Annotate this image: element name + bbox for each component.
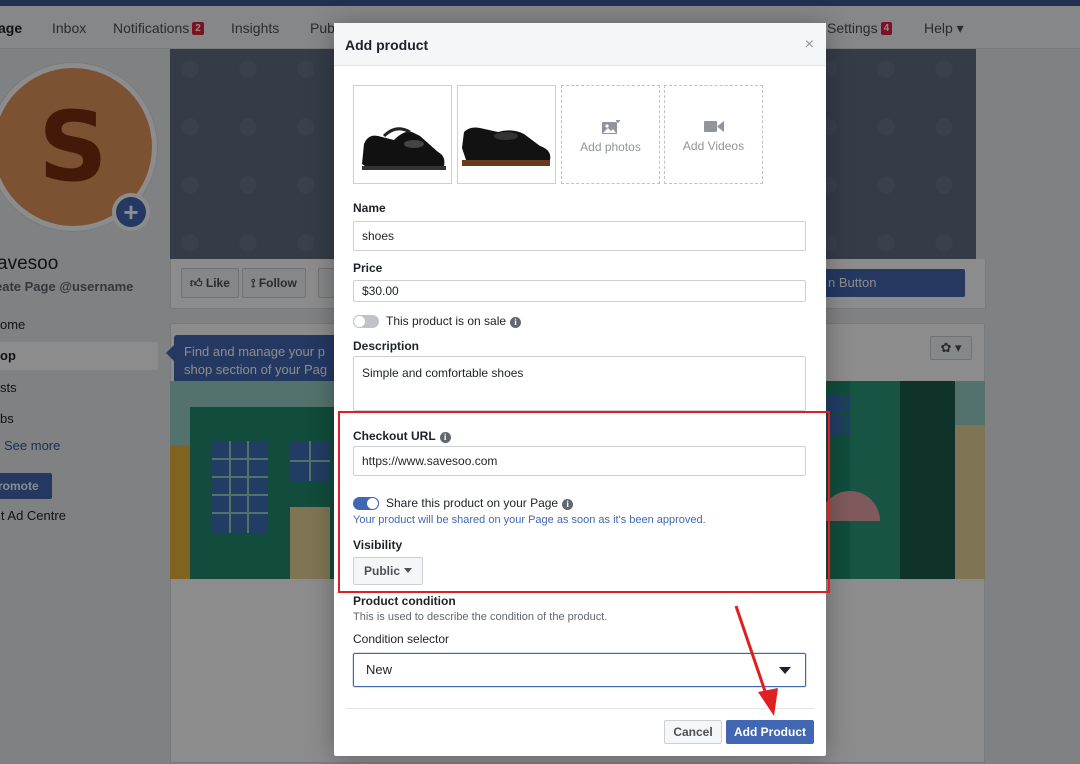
add-product-button[interactable]: Add Product bbox=[726, 720, 814, 744]
highlight-box bbox=[338, 411, 830, 593]
dialog-header: Add product × bbox=[334, 23, 826, 66]
close-icon[interactable]: × bbox=[805, 36, 814, 54]
add-photos-label: Add photos bbox=[580, 140, 641, 154]
name-value: shoes bbox=[362, 229, 395, 243]
red-arrow-annotation bbox=[734, 605, 778, 716]
name-input[interactable]: shoes bbox=[353, 221, 806, 251]
price-value: $30.00 bbox=[362, 284, 399, 298]
cancel-button[interactable]: Cancel bbox=[664, 720, 722, 744]
shoe-image bbox=[458, 86, 555, 183]
description-label: Description bbox=[353, 339, 420, 353]
product-photo-thumbnail[interactable] bbox=[353, 85, 452, 184]
add-videos-label: Add Videos bbox=[682, 139, 745, 153]
name-label: Name bbox=[353, 201, 386, 215]
video-camera-icon bbox=[703, 121, 724, 132]
on-sale-text: This product is on sale bbox=[386, 314, 507, 328]
description-value: Simple and comfortable shoes bbox=[362, 366, 524, 380]
photo-icon bbox=[601, 120, 620, 134]
product-condition-label: Product condition bbox=[353, 594, 456, 608]
description-textarea[interactable]: Simple and comfortable shoes bbox=[353, 356, 806, 411]
condition-value: New bbox=[366, 662, 393, 677]
shoe-image bbox=[354, 86, 451, 183]
dialog-title: Add product bbox=[345, 37, 429, 53]
price-label: Price bbox=[353, 261, 383, 275]
product-photo-thumbnail[interactable] bbox=[457, 85, 556, 184]
info-icon[interactable]: i bbox=[510, 317, 522, 328]
add-videos-button[interactable]: Add Videos bbox=[664, 85, 763, 184]
product-condition-help: This is used to describe the condition o… bbox=[353, 611, 608, 623]
add-photos-button[interactable]: Add photos bbox=[561, 85, 660, 184]
condition-selector-label: Condition selector bbox=[353, 632, 450, 646]
price-input[interactable]: $30.00 bbox=[353, 280, 806, 302]
on-sale-toggle[interactable] bbox=[353, 315, 379, 328]
on-sale-label: This product is on sale i bbox=[386, 314, 522, 328]
